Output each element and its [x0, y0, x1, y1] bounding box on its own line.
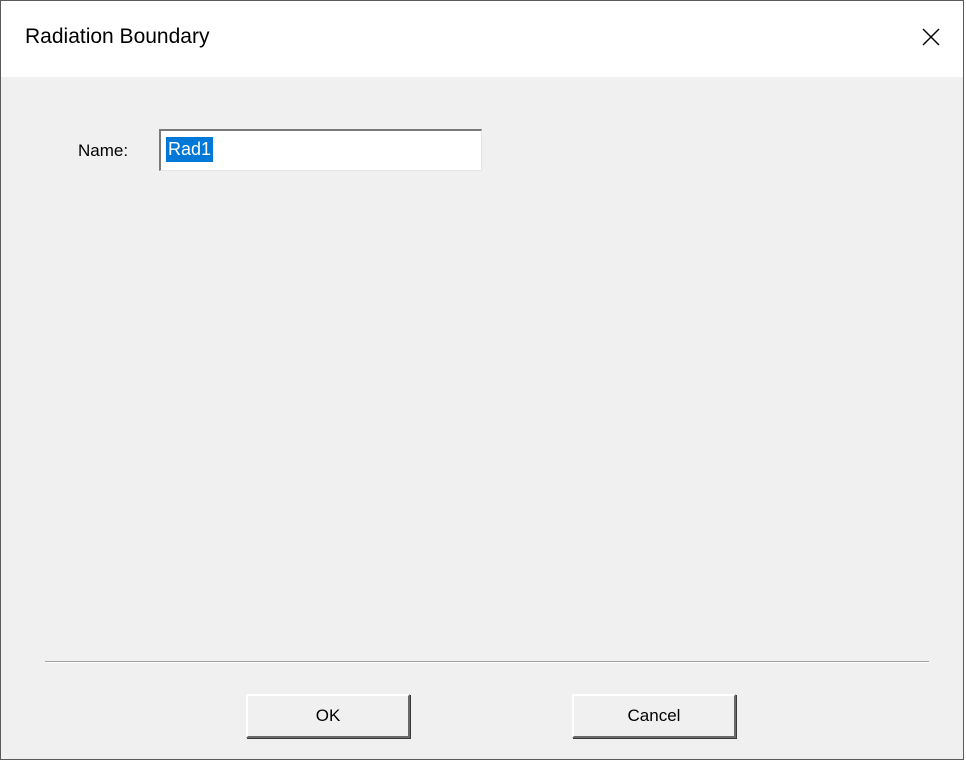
- cancel-button[interactable]: Cancel: [572, 694, 736, 738]
- ok-button[interactable]: OK: [246, 694, 410, 738]
- radiation-boundary-dialog: Radiation Boundary Name: Rad1 OK Cancel: [0, 0, 964, 760]
- name-input-value: Rad1: [166, 137, 214, 162]
- window-title: Radiation Boundary: [25, 25, 210, 48]
- name-input[interactable]: Rad1: [159, 129, 482, 171]
- button-separator: [45, 661, 929, 663]
- title-bar: Radiation Boundary: [1, 1, 963, 77]
- close-button[interactable]: [913, 19, 949, 55]
- name-label: Name:: [78, 141, 129, 160]
- close-icon: [922, 28, 940, 46]
